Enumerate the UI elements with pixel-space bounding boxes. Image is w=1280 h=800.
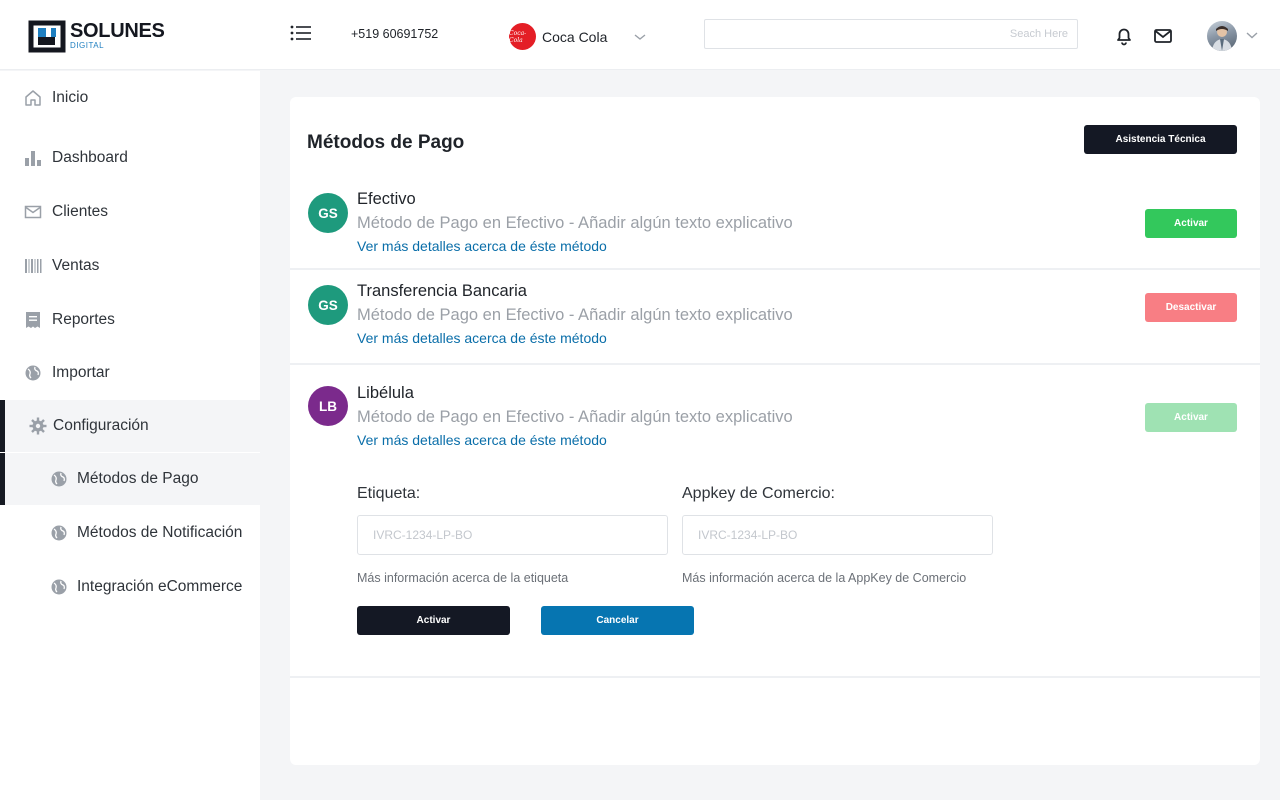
coca-cola-logo: Coca-Cola	[509, 23, 536, 50]
sidebar-item-label: Dashboard	[52, 149, 128, 166]
method-details-link[interactable]: Ver más detalles acerca de éste método	[357, 432, 607, 448]
etiqueta-help: Más información acerca de la etiqueta	[357, 571, 569, 585]
home-icon	[25, 90, 41, 106]
gear-icon	[29, 417, 47, 435]
submit-activate-button[interactable]: Activar	[357, 606, 510, 635]
sidebar-item-configuracion[interactable]: Configuración	[0, 400, 260, 452]
brand-selector[interactable]: Coca-Cola Coca Cola	[509, 23, 647, 50]
sidebar-item-label: Inicio	[52, 89, 89, 106]
sidebar-item-clientes[interactable]: Clientes	[0, 186, 260, 238]
appkey-help: Más información acerca de la AppKey de C…	[682, 571, 967, 585]
sidebar-item-label: Configuración	[53, 417, 149, 434]
method-avatar: GS	[308, 193, 348, 233]
method-details-link[interactable]: Ver más detalles acerca de éste método	[357, 330, 607, 346]
technical-assistance-button[interactable]: Asistencia Técnica	[1084, 125, 1237, 154]
page-title: Métodos de Pago	[307, 132, 465, 153]
method-name: Efectivo	[357, 190, 416, 208]
sidebar-item-label: Reportes	[52, 311, 115, 328]
activate-button-disabled[interactable]: Activar	[1145, 403, 1237, 432]
chevron-down-icon	[634, 33, 646, 40]
sidebar-subitem-metodos-de-notificacion[interactable]: Métodos de Notificación	[0, 507, 260, 559]
method-description: Método de Pago en Efectivo - Añadir algú…	[357, 214, 793, 232]
mail-icon[interactable]	[1153, 27, 1173, 45]
envelope-icon	[24, 205, 42, 219]
sidebar-item-importar[interactable]: Importar	[0, 347, 260, 399]
phone-number: +519 60691752	[351, 27, 439, 41]
divider	[290, 363, 1260, 365]
payment-methods-card: Métodos de Pago Asistencia Técnica GS Ef…	[290, 97, 1260, 765]
etiqueta-input[interactable]	[357, 515, 668, 555]
sidebar-item-label: Importar	[52, 364, 110, 381]
sidebar-subitem-metodos-de-pago[interactable]: Métodos de Pago	[0, 453, 260, 505]
user-avatar[interactable]	[1207, 21, 1237, 51]
sidebar-item-dashboard[interactable]: Dashboard	[0, 132, 260, 184]
globe-icon	[51, 471, 67, 487]
method-name: Transferencia Bancaria	[357, 282, 527, 300]
search-input[interactable]	[704, 19, 1078, 49]
sidebar-item-label: Clientes	[52, 203, 108, 220]
method-avatar: LB	[308, 386, 348, 426]
logo[interactable]: SOLUNES DIGITAL	[28, 20, 165, 54]
globe-icon	[51, 579, 67, 595]
method-description: Método de Pago en Efectivo - Añadir algú…	[357, 408, 793, 426]
method-description: Método de Pago en Efectivo - Añadir algú…	[357, 306, 793, 324]
appkey-input[interactable]	[682, 515, 993, 555]
activate-button[interactable]: Activar	[1145, 209, 1237, 238]
sidebar-item-reportes[interactable]: Reportes	[0, 294, 260, 346]
sidebar-item-label: Métodos de Notificación	[77, 524, 243, 541]
logo-mark-icon	[28, 20, 66, 53]
deactivate-button[interactable]: Desactivar	[1145, 293, 1237, 322]
sidebar-item-label: Métodos de Pago	[77, 470, 199, 487]
menu-icon[interactable]	[290, 24, 312, 42]
brand-name: Coca Cola	[542, 28, 608, 45]
cancel-button[interactable]: Cancelar	[541, 606, 694, 635]
method-name: Libélula	[357, 384, 414, 402]
etiqueta-label: Etiqueta:	[357, 485, 421, 502]
globe-icon	[51, 525, 67, 541]
method-details-link[interactable]: Ver más detalles acerca de éste método	[357, 238, 607, 254]
logo-word: SOLUNES	[70, 20, 165, 42]
sidebar-item-ventas[interactable]: Ventas	[0, 240, 260, 292]
logo-subtitle: DIGITAL	[70, 41, 105, 50]
barcode-icon	[25, 259, 42, 273]
sidebar: Inicio Dashboard Clientes Ventas Reporte…	[0, 71, 260, 800]
receipt-icon	[26, 312, 40, 328]
bar-chart-icon	[25, 151, 41, 166]
globe-icon	[25, 365, 41, 381]
sidebar-item-inicio[interactable]: Inicio	[0, 72, 260, 124]
method-avatar: GS	[308, 285, 348, 325]
sidebar-item-label: Integración eCommerce	[77, 578, 243, 595]
chevron-down-icon[interactable]	[1246, 31, 1258, 40]
appkey-label: Appkey de Comercio:	[682, 485, 835, 502]
top-header: SOLUNES DIGITAL +519 60691752 Coca-Cola …	[0, 0, 1280, 70]
sidebar-item-label: Ventas	[52, 257, 100, 274]
sidebar-subitem-integracion-ecommerce[interactable]: Integración eCommerce	[0, 561, 260, 613]
bell-icon[interactable]	[1114, 26, 1134, 46]
divider	[290, 676, 1260, 678]
divider	[290, 268, 1260, 270]
